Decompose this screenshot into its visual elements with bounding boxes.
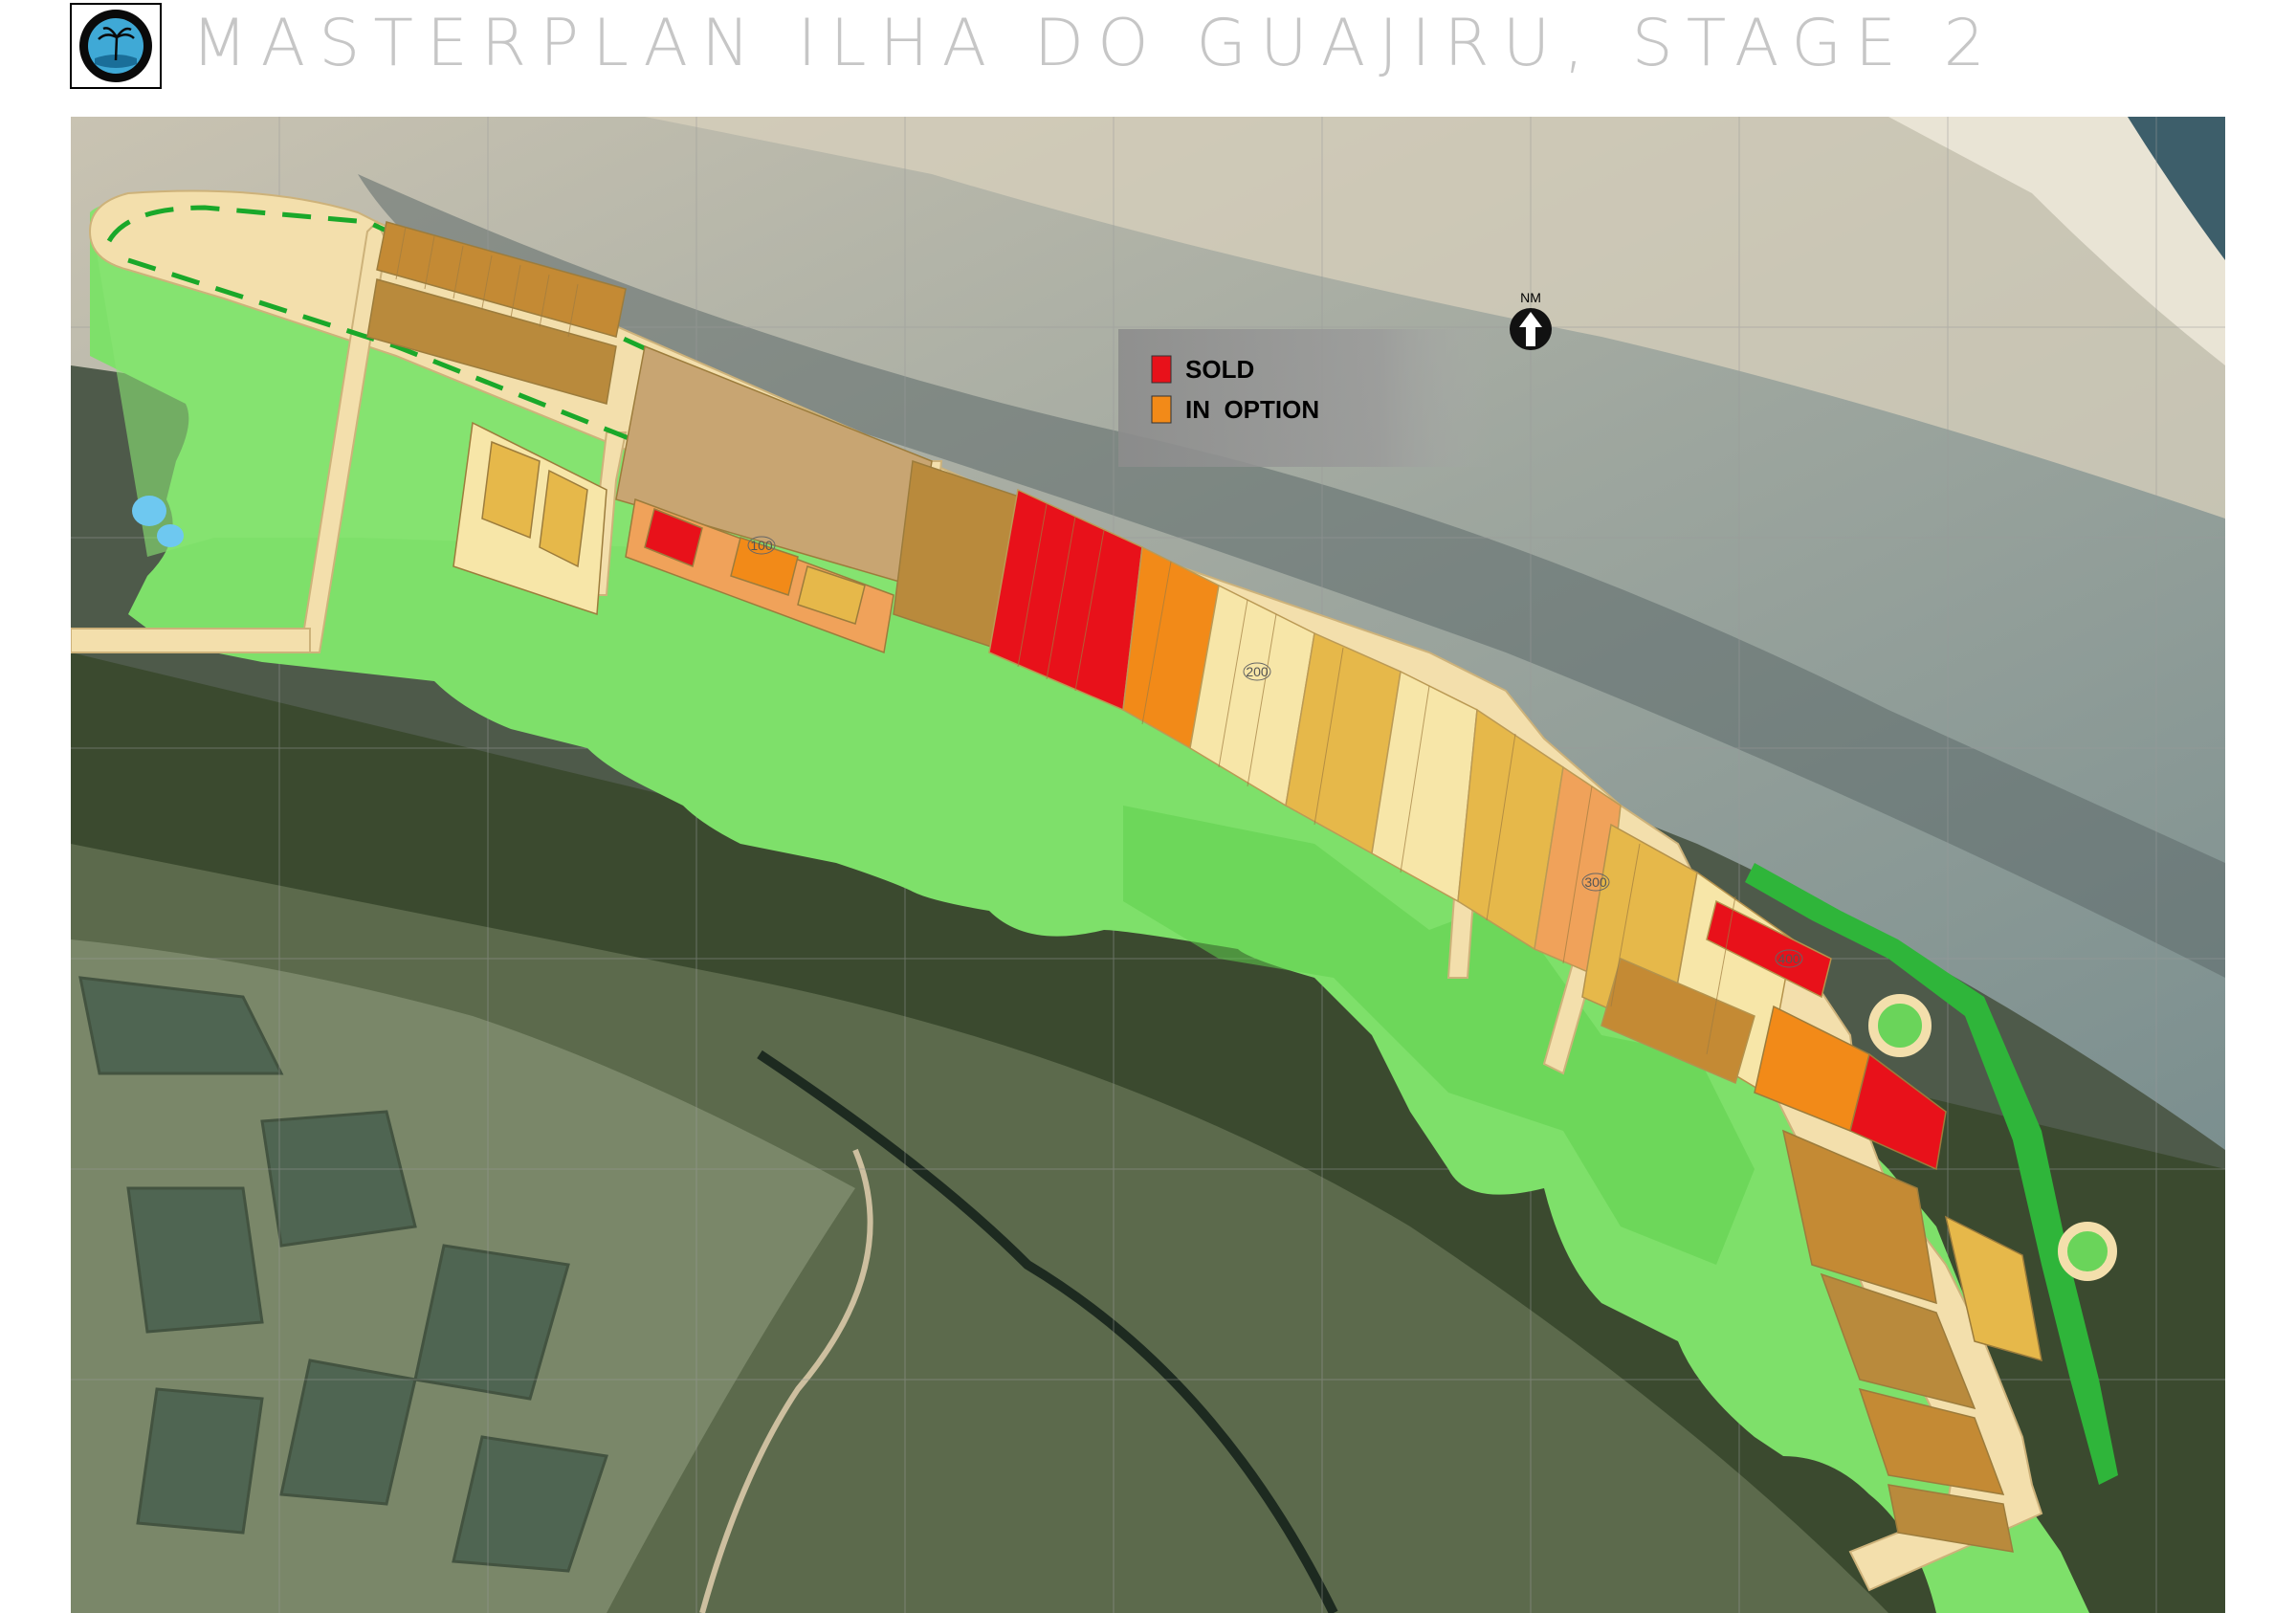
legend-swatch-sold [1151, 355, 1172, 384]
legend: SOLD IN OPTION [1118, 329, 1491, 467]
roundabout [1868, 994, 1932, 1057]
page-title: MASTERPLAN ILHA DO GUAJIRU, STAGE 2 [191, 6, 1998, 81]
legend-label-in-option: IN OPTION [1185, 395, 1319, 424]
legend-swatch-in-option [1151, 395, 1172, 424]
stage-label-100: 100 [750, 538, 773, 553]
stage-label-400: 400 [1777, 951, 1800, 966]
header-bar: MASTERPLAN ILHA DO GUAJIRU, STAGE 2 [0, 0, 2296, 117]
north-arrow-label: NM [1520, 290, 1541, 305]
legend-label-sold: SOLD [1185, 355, 1254, 384]
masterplan-map: 100 200 300 400 NM SOLD IN OPTION [71, 117, 2225, 1613]
roundabout [2058, 1222, 2117, 1281]
pool [132, 496, 166, 526]
pool [157, 524, 184, 547]
stage-label-300: 300 [1584, 874, 1607, 890]
ilha-do-guajiru-logo [70, 3, 162, 89]
stage-label-200: 200 [1246, 664, 1269, 679]
